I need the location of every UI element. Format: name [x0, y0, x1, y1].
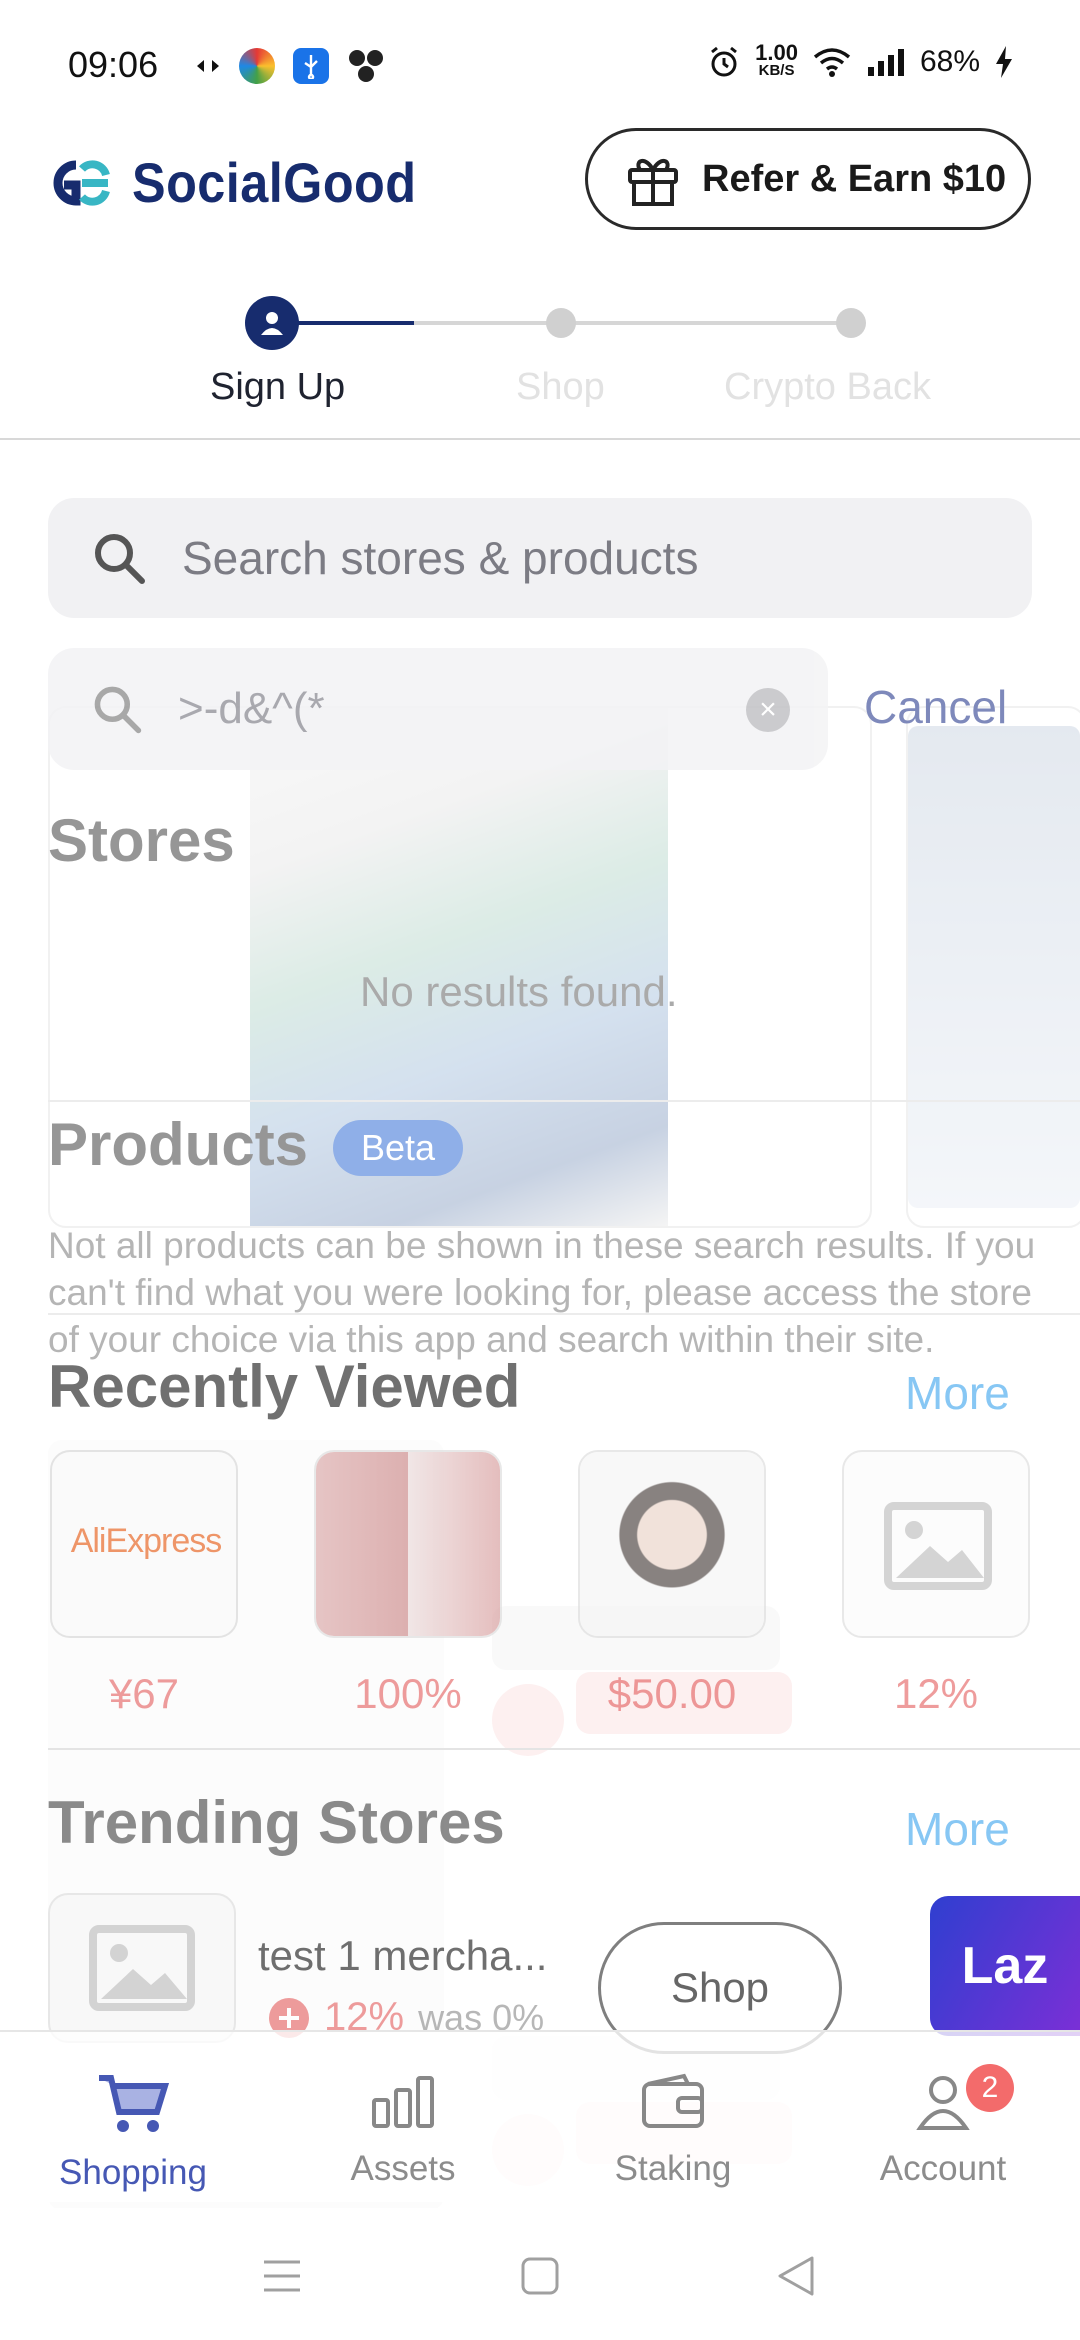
image-placeholder-icon — [89, 1925, 195, 2011]
lip-product-image — [316, 1452, 500, 1636]
recent-item-placeholder[interactable] — [842, 1450, 1030, 1638]
nav-shopping-label: Shopping — [59, 2153, 207, 2192]
system-status: 1.00 KB/S 68% — [707, 40, 1014, 80]
net-speed-unit: KB/S — [758, 62, 795, 79]
recent-item-lip-product[interactable] — [314, 1450, 502, 1638]
no-results-text: No results found. — [360, 968, 678, 1015]
product-image-right — [908, 726, 1080, 1208]
section-divider — [48, 1748, 1080, 1750]
products-disclaimer: Not all products can be shown in these s… — [48, 1225, 1036, 1360]
nav-assets-label: Assets — [350, 2149, 456, 2188]
step-cryptoback-indicator — [836, 308, 866, 338]
system-navigation-bar — [0, 2208, 1080, 2340]
header-divider — [0, 438, 1080, 440]
nav-account-label: Account — [879, 2149, 1007, 2188]
refer-earn-label: Refer & Earn $10 — [702, 157, 1007, 200]
clear-search-button[interactable]: × — [746, 688, 790, 732]
socialgood-logo-icon — [53, 159, 110, 206]
status-bar: 09:06 1.00 KB/S 68% — [0, 0, 1080, 130]
ghost-plus-icon — [492, 1684, 564, 1756]
bottom-nav: Shopping Assets Staking 2 Account — [0, 2030, 1080, 2202]
products-title: Products — [48, 1111, 309, 1178]
cart-icon — [99, 2075, 170, 2132]
stepper-line-progress — [296, 321, 414, 325]
usb-icon — [293, 48, 329, 84]
back-icon[interactable] — [776, 2254, 816, 2298]
trending-store-thumb[interactable] — [48, 1893, 236, 2043]
step-label-cryptoback: Crypto Back — [724, 366, 931, 408]
step-shop-indicator — [546, 308, 576, 338]
results-divider — [48, 1100, 1080, 1102]
search-placeholder: Search stores & products — [182, 532, 699, 584]
browser-app-icon — [239, 48, 275, 84]
recently-viewed-more-link[interactable]: More — [905, 1366, 1010, 1420]
socialgood-logo[interactable]: SocialGood — [42, 150, 448, 215]
nav-shopping[interactable]: Shopping — [28, 2072, 238, 2193]
recently-viewed-title: Recently Viewed — [48, 1353, 521, 1420]
recent-item-aliexpress[interactable]: AliExpress — [50, 1450, 238, 1638]
net-speed-value: 1.00 — [755, 40, 798, 65]
nav-account[interactable]: 2 Account — [838, 2064, 1048, 2189]
recent-item-portrait[interactable] — [578, 1450, 766, 1638]
recent-item-value: 12% — [893, 1670, 979, 1717]
step-label-signup: Sign Up — [210, 366, 346, 408]
lazada-store-logo[interactable]: Laz — [930, 1896, 1080, 2036]
nav-assets[interactable]: Assets — [298, 2072, 508, 2189]
recent-item-value: ¥67 — [108, 1670, 180, 1717]
cluster-app-icon — [349, 50, 383, 82]
recent-item-value: 100% — [354, 1670, 462, 1717]
refer-earn-button[interactable]: Refer & Earn $10 — [585, 128, 1031, 230]
portrait-image — [580, 1452, 764, 1636]
menu-icon[interactable] — [262, 2258, 302, 2294]
nav-staking[interactable]: Staking — [568, 2072, 778, 2189]
step-label-shop: Shop — [516, 366, 605, 408]
aliexpress-logo: AliExpress — [70, 1522, 223, 1560]
alarm-icon — [711, 46, 738, 77]
search-bar[interactable]: Search stores & products — [48, 498, 1032, 618]
account-notification-badge: 2 — [966, 2064, 1014, 2112]
notification-icons — [195, 48, 385, 84]
wallet-icon — [642, 2073, 704, 2128]
home-icon[interactable] — [520, 2256, 560, 2296]
image-placeholder-icon — [884, 1502, 992, 1590]
net-speed: 1.00 KB/S — [755, 40, 798, 80]
step-signup-indicator — [245, 296, 299, 350]
trending-stores-title: Trending Stores — [48, 1789, 505, 1856]
charging-icon — [996, 46, 1012, 78]
transfer-icon — [197, 60, 219, 72]
wifi-icon — [813, 48, 851, 77]
stores-title: Stores — [48, 807, 235, 874]
search-input[interactable]: >-d&^(* × — [48, 648, 828, 770]
trending-store-name[interactable]: test 1 mercha... — [258, 1932, 547, 1980]
beta-badge: Beta — [333, 1120, 463, 1176]
battery-percent: 68% — [919, 45, 980, 78]
gift-icon — [628, 159, 678, 206]
recent-item-value: $50.00 — [607, 1670, 737, 1717]
trending-stores-more-link[interactable]: More — [905, 1802, 1010, 1856]
search-query: >-d&^(* — [178, 684, 325, 733]
nav-staking-label: Staking — [614, 2149, 732, 2188]
search-icon — [95, 534, 145, 584]
status-time: 09:06 — [68, 44, 159, 85]
stepper-line — [414, 321, 854, 325]
brand-name: SocialGood — [132, 151, 417, 214]
search-icon — [94, 686, 142, 734]
signal-icon — [867, 49, 904, 76]
cancel-search-button[interactable]: Cancel — [864, 680, 1007, 734]
bar-chart-icon — [372, 2076, 434, 2128]
user-icon — [261, 312, 283, 335]
